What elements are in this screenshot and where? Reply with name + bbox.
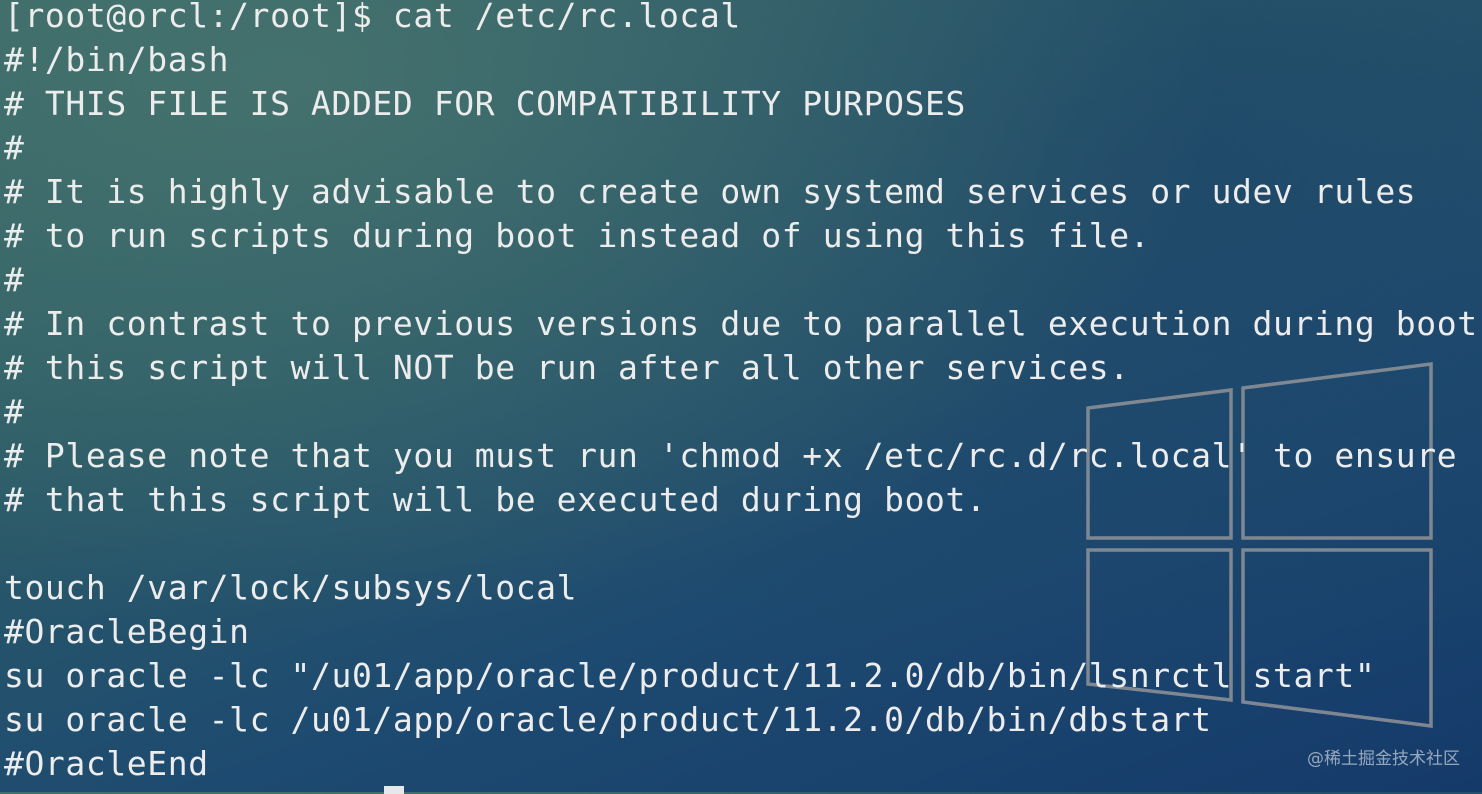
terminal-line: # bbox=[4, 128, 25, 167]
terminal-line: # to run scripts during boot instead of … bbox=[4, 216, 1151, 255]
watermark-text: @稀土掘金技术社区 bbox=[1307, 749, 1460, 769]
terminal-line: su oracle -lc /u01/app/oracle/product/11… bbox=[4, 700, 1212, 739]
terminal-line: # this script will NOT be run after all … bbox=[4, 348, 1130, 387]
terminal-line: # THIS FILE IS ADDED FOR COMPATIBILITY P… bbox=[4, 84, 966, 123]
terminal-line: su oracle -lc "/u01/app/oracle/product/1… bbox=[4, 656, 1376, 695]
terminal-line: #OracleBegin bbox=[4, 612, 250, 651]
terminal-line: touch /var/lock/subsys/local bbox=[4, 568, 578, 607]
terminal-line: # In contrast to previous versions due t… bbox=[4, 304, 1478, 343]
terminal-line: # bbox=[4, 260, 25, 299]
terminal-output: [root@orcl:/root]$ cat /etc/rc.local #!/b… bbox=[4, 0, 1478, 786]
terminal-line: #!/bin/bash bbox=[4, 40, 230, 79]
terminal-line: #OracleEnd bbox=[4, 744, 209, 783]
terminal-line: # that this script will be executed duri… bbox=[4, 480, 987, 519]
terminal-line: # It is highly advisable to create own s… bbox=[4, 172, 1417, 211]
terminal-line: # Please note that you must run 'chmod +… bbox=[4, 436, 1458, 475]
terminal-line: # bbox=[4, 392, 25, 431]
terminal-line-prompt: [root@orcl:/root]$ cat /etc/rc.local bbox=[4, 0, 741, 35]
terminal-cursor[interactable] bbox=[384, 786, 404, 794]
